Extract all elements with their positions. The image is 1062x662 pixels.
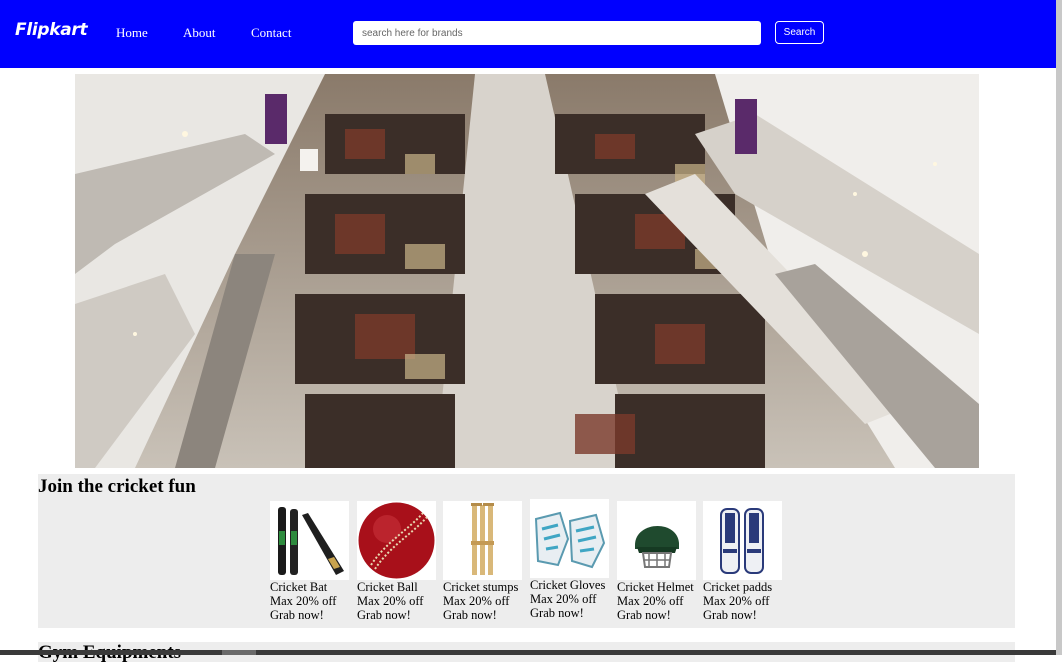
- section-title: Join the cricket fun: [38, 476, 196, 497]
- product-cta: Grab now!: [530, 606, 584, 620]
- search-input[interactable]: [353, 21, 761, 45]
- product-name: Cricket Helmet: [617, 580, 694, 594]
- product-cta: Grab now!: [703, 608, 757, 622]
- cricket-gloves-icon: [530, 499, 609, 578]
- product-offer: Max 20% off: [703, 594, 770, 608]
- cricket-section: Join the cricket fun Cricket Bat Max 20%…: [38, 474, 1015, 628]
- cricket-stumps-icon: [443, 501, 522, 580]
- product-offer: Max 20% off: [617, 594, 684, 608]
- navbar: Flipkart Home About Contact Search: [0, 0, 1056, 68]
- vertical-scrollbar[interactable]: [1056, 0, 1062, 655]
- product-name: Cricket stumps: [443, 580, 519, 594]
- cricket-pads-icon: [703, 501, 782, 580]
- product-offer: Max 20% off: [443, 594, 510, 608]
- nav-link-home[interactable]: Home: [116, 25, 148, 41]
- product-card-cricket-ball[interactable]: Cricket Ball Max 20% off Grab now!: [357, 501, 437, 622]
- brand-logo[interactable]: Flipkart: [15, 20, 88, 40]
- product-card-cricket-pads[interactable]: Cricket padds Max 20% off Grab now!: [703, 501, 783, 622]
- product-card-cricket-bat[interactable]: Cricket Bat Max 20% off Grab now!: [270, 501, 350, 622]
- scrollbar-thumb[interactable]: [222, 650, 256, 655]
- product-name: Cricket Ball: [357, 580, 418, 594]
- product-offer: Max 20% off: [357, 594, 424, 608]
- cricket-helmet-icon: [617, 501, 696, 580]
- cricket-ball-icon: [357, 501, 436, 580]
- product-cta: Grab now!: [270, 608, 324, 622]
- product-cta: Grab now!: [443, 608, 497, 622]
- cricket-bat-icon: [270, 501, 349, 580]
- product-card-cricket-gloves[interactable]: Cricket Gloves Max 20% off Grab now!: [530, 499, 610, 620]
- product-cta: Grab now!: [357, 608, 411, 622]
- product-card-cricket-stumps[interactable]: Cricket stumps Max 20% off Grab now!: [443, 501, 523, 622]
- product-name: Cricket Gloves: [530, 578, 606, 592]
- mall-interior-photo: [75, 74, 979, 468]
- product-name: Cricket Bat: [270, 580, 328, 594]
- product-offer: Max 20% off: [270, 594, 337, 608]
- horizontal-scrollbar[interactable]: [0, 650, 1056, 655]
- hero-banner-image: [75, 74, 979, 468]
- product-name: Cricket padds: [703, 580, 773, 594]
- product-offer: Max 20% off: [530, 592, 597, 606]
- search-button[interactable]: Search: [775, 21, 824, 44]
- nav-link-about[interactable]: About: [183, 25, 216, 41]
- product-card-cricket-helmet[interactable]: Cricket Helmet Max 20% off Grab now!: [617, 501, 697, 622]
- product-cta: Grab now!: [617, 608, 671, 622]
- nav-link-contact[interactable]: Contact: [251, 25, 291, 41]
